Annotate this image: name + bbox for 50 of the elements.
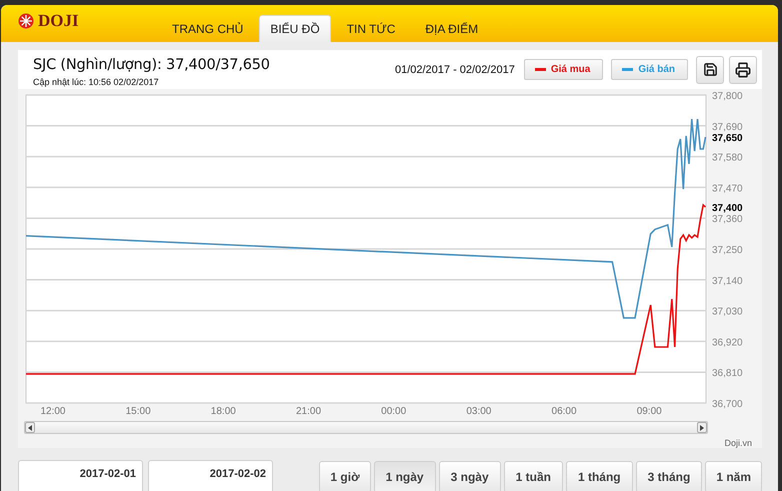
scroll-right-button[interactable]: [697, 422, 707, 433]
y-axis-label: 37,030: [712, 307, 743, 318]
y-axis-label: 36,700: [712, 399, 743, 410]
current-price-label: 37,650: [712, 133, 743, 144]
nav-tab[interactable]: ĐỊA ĐIỂM: [411, 15, 492, 42]
period-button[interactable]: 3 tháng: [636, 461, 702, 491]
x-axis-label: 18:00: [210, 406, 236, 415]
logo-text: DOJI: [38, 11, 79, 31]
x-axis-label: 09:00: [636, 406, 662, 415]
date-field[interactable]: 2017-02-02: [148, 460, 273, 491]
y-axis-label: 37,140: [712, 276, 743, 288]
period-button[interactable]: 1 tuần: [504, 461, 563, 491]
date-range: 01/02/2017 - 02/02/2017: [394, 64, 515, 76]
period-button[interactable]: 1 tháng: [566, 461, 633, 491]
y-axis-label: 36,920: [712, 338, 743, 349]
y-axis-label: 37,800: [712, 91, 743, 102]
x-axis-label: 21:00: [296, 406, 322, 415]
save-button[interactable]: [696, 56, 724, 84]
scrollbar[interactable]: [24, 421, 708, 434]
y-axis-label: 37,580: [712, 153, 743, 164]
date-field[interactable]: 2017-02-01: [18, 460, 143, 491]
period-button[interactable]: 1 giờ: [319, 461, 371, 491]
x-axis-label: 00:00: [381, 406, 406, 415]
save-icon: [702, 62, 718, 78]
nav-tab[interactable]: TRANG CHỦ: [158, 15, 258, 42]
print-icon: [735, 62, 751, 78]
x-axis-label: 06:00: [552, 406, 577, 415]
y-axis-label: 37,360: [712, 214, 743, 226]
nav-tab[interactable]: TIN TỨC: [332, 15, 410, 42]
right-arrow-icon: [700, 424, 704, 430]
x-axis-label: 15:00: [126, 406, 151, 415]
period-button[interactable]: 1 ngày: [374, 461, 436, 491]
legend-toggle[interactable]: Giá mua: [524, 59, 604, 80]
x-axis-label: 03:00: [466, 406, 492, 415]
nav-tab[interactable]: BIỂU ĐỒ: [259, 15, 331, 42]
period-button[interactable]: 3 ngày: [438, 461, 501, 491]
price-title: SJC (Nghìn/lượng): 37,400/37,650: [33, 56, 271, 73]
x-axis-label: 12:00: [40, 406, 66, 415]
scroll-left-button[interactable]: [25, 422, 35, 433]
current-price-label: 37,400: [712, 203, 743, 214]
credit-text: Doji.vn: [724, 438, 752, 448]
logo-icon: [18, 13, 34, 29]
left-arrow-icon: [28, 424, 32, 430]
y-axis-label: 37,250: [712, 245, 743, 256]
period-button[interactable]: 1 năm: [705, 461, 762, 491]
y-axis-label: 37,690: [712, 122, 743, 134]
y-axis-label: 36,810: [712, 368, 743, 380]
update-time: Cập nhật lúc: 10:56 02/02/2017: [33, 76, 160, 87]
y-axis-label: 37,470: [712, 184, 743, 195]
print-button[interactable]: [729, 56, 757, 84]
